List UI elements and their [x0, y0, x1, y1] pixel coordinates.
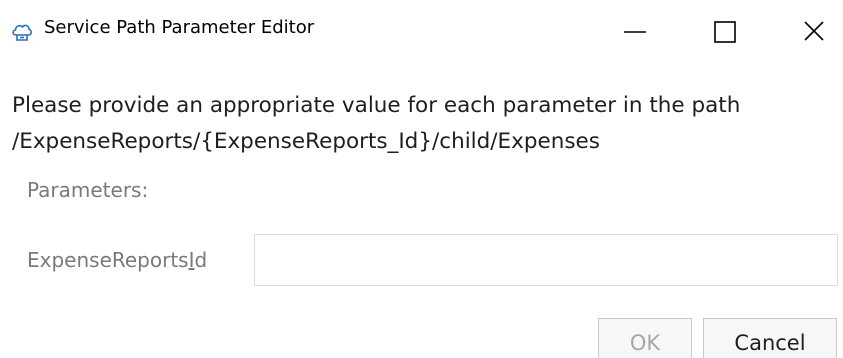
expensereports-id-label: ExpenseReportsId	[27, 248, 208, 272]
dialog-window: Service Path Parameter Editor Please pro…	[0, 0, 843, 358]
cloud-service-icon	[10, 20, 34, 44]
maximize-icon	[714, 21, 736, 43]
title-bar[interactable]: Service Path Parameter Editor	[0, 0, 843, 62]
parameters-heading: Parameters:	[27, 178, 149, 202]
cancel-button[interactable]: Cancel	[703, 318, 837, 358]
instruction-message: Please provide an appropriate value for …	[12, 88, 740, 160]
ok-button[interactable]: OK	[598, 318, 692, 358]
close-icon	[804, 21, 824, 41]
expensereports-id-input[interactable]	[254, 234, 838, 286]
minimize-icon	[624, 31, 646, 33]
close-button[interactable]	[788, 6, 842, 56]
minimize-button[interactable]	[610, 6, 664, 56]
window-title: Service Path Parameter Editor	[44, 17, 315, 38]
service-path-text: /ExpenseReports/{ExpenseReports_Id}/chil…	[12, 129, 600, 154]
maximize-button[interactable]	[700, 6, 754, 56]
instruction-text: Please provide an appropriate value for …	[12, 93, 741, 118]
